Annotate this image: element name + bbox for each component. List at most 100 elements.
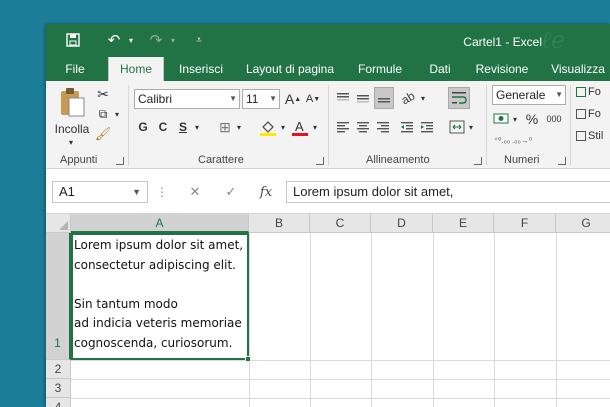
tab-review[interactable]: Revisione bbox=[470, 57, 534, 81]
row-header-3[interactable]: 3 bbox=[46, 379, 71, 398]
gridline bbox=[556, 233, 557, 407]
alignment-launcher-icon[interactable] bbox=[474, 157, 482, 165]
merge-center-icon[interactable] bbox=[448, 117, 466, 137]
font-launcher-icon[interactable] bbox=[316, 157, 324, 165]
thousands-separator-button[interactable]: 000 bbox=[544, 109, 564, 129]
window-title: Cartel1 - Excel bbox=[463, 35, 542, 49]
select-all-button[interactable] bbox=[46, 214, 71, 233]
excel-window: ↶ ▾ ↷ ▾ ⩡ ℓe Cartel1 - Excel File Home I… bbox=[46, 24, 610, 407]
decrease-decimal-icon[interactable]: .₀₀→⁰ bbox=[512, 131, 532, 149]
cell-a1-line-4: Sin tantum modo bbox=[74, 296, 178, 311]
column-header-e[interactable]: E bbox=[433, 214, 494, 233]
tab-page-layout[interactable]: Layout di pagina bbox=[242, 57, 338, 81]
column-header-g[interactable]: G bbox=[556, 214, 610, 233]
redo-icon[interactable]: ↷ bbox=[146, 31, 166, 49]
number-launcher-icon[interactable] bbox=[558, 157, 566, 165]
gridline bbox=[71, 360, 610, 361]
gridline bbox=[371, 233, 372, 407]
column-header-b[interactable]: B bbox=[249, 214, 310, 233]
cancel-icon[interactable]: ✕ bbox=[186, 182, 204, 202]
font-color-icon[interactable]: A bbox=[290, 117, 310, 137]
customize-quick-access-icon[interactable]: ⩡ bbox=[192, 31, 206, 49]
group-divider bbox=[328, 85, 329, 165]
borders-icon[interactable]: ⊞ bbox=[216, 117, 234, 137]
font-name-select[interactable]: Calibri ▼ bbox=[134, 89, 240, 109]
column-header-a[interactable]: A bbox=[71, 214, 249, 233]
fill-handle[interactable] bbox=[245, 356, 251, 362]
percent-button[interactable]: % bbox=[524, 109, 540, 129]
borders-dropdown-icon[interactable]: ▾ bbox=[234, 117, 244, 137]
name-box-value: A1 bbox=[59, 184, 75, 199]
paste-dropdown-icon[interactable]: ▾ bbox=[66, 137, 76, 147]
underline-button[interactable]: S bbox=[174, 117, 192, 137]
insert-function-button[interactable]: fx bbox=[256, 182, 276, 202]
enter-icon[interactable]: ✓ bbox=[222, 182, 240, 202]
redo-dropdown-icon[interactable]: ▾ bbox=[168, 31, 178, 49]
align-middle-icon[interactable] bbox=[354, 87, 372, 109]
undo-dropdown-icon[interactable]: ▾ bbox=[126, 31, 136, 49]
wrap-text-icon[interactable] bbox=[448, 87, 470, 109]
gridline bbox=[71, 379, 610, 380]
formula-bar: A1 ▼ ⋮ ✕ ✓ fx Lorem ipsum dolor sit amet… bbox=[46, 179, 610, 205]
clipboard-launcher-icon[interactable] bbox=[116, 157, 124, 165]
format-painter-icon[interactable]: 🖌 bbox=[94, 125, 112, 143]
row-header-2[interactable]: 2 bbox=[46, 360, 71, 379]
format-as-table-button[interactable]: Fo bbox=[576, 105, 610, 123]
italic-button[interactable]: C bbox=[154, 117, 172, 137]
underline-dropdown-icon[interactable]: ▾ bbox=[192, 117, 202, 137]
merge-dropdown-icon[interactable]: ▾ bbox=[466, 117, 476, 137]
save-icon[interactable] bbox=[64, 31, 82, 49]
decrease-indent-icon[interactable] bbox=[398, 117, 416, 137]
select-all-triangle-icon bbox=[59, 221, 68, 230]
row-header-1[interactable]: 1 bbox=[46, 233, 71, 360]
group-label-clipboard: Appunti bbox=[60, 154, 98, 166]
tab-file[interactable]: File bbox=[56, 57, 94, 81]
align-right-icon[interactable] bbox=[374, 117, 392, 137]
row-header-4[interactable]: 4 bbox=[46, 398, 71, 407]
increase-indent-icon[interactable] bbox=[418, 117, 436, 137]
align-left-icon[interactable] bbox=[334, 117, 352, 137]
tab-data[interactable]: Dati bbox=[422, 57, 458, 81]
bold-button[interactable]: G bbox=[134, 117, 152, 137]
accounting-dropdown-icon[interactable]: ▾ bbox=[510, 109, 520, 129]
undo-icon[interactable]: ↶ bbox=[104, 31, 124, 49]
font-color-dropdown-icon[interactable]: ▾ bbox=[310, 117, 320, 137]
cell-a1-line-6: cognoscenda, curiosorum. bbox=[74, 335, 233, 350]
align-bottom-icon[interactable] bbox=[374, 87, 394, 109]
increase-font-button[interactable]: A ▲ bbox=[284, 89, 302, 109]
decrease-font-button[interactable]: A ▼ bbox=[304, 89, 322, 109]
cell-styles-button[interactable]: Stil bbox=[576, 127, 610, 145]
column-header-d[interactable]: D bbox=[371, 214, 433, 233]
align-center-icon[interactable] bbox=[354, 117, 372, 137]
cell-a1-line-5: ad indicia veteris memoriae bbox=[74, 316, 242, 331]
tab-home[interactable]: Home bbox=[108, 57, 164, 81]
paste-button[interactable]: Incolla bbox=[52, 121, 92, 137]
increase-decimal-icon[interactable]: ⁺⁰.₀₀ bbox=[492, 131, 512, 149]
fill-color-dropdown-icon[interactable]: ▾ bbox=[278, 117, 288, 137]
number-format-value: Generale bbox=[496, 88, 546, 102]
number-format-select[interactable]: Generale ▼ bbox=[492, 85, 566, 105]
conditional-formatting-button[interactable]: Fo bbox=[576, 83, 610, 101]
tab-insert[interactable]: Inserisci bbox=[172, 57, 230, 81]
name-box[interactable]: A1 ▼ bbox=[52, 181, 148, 203]
decrease-font-label: A bbox=[305, 93, 314, 105]
tab-view[interactable]: Visualizza bbox=[546, 57, 610, 81]
orientation-dropdown-icon[interactable]: ▾ bbox=[418, 87, 428, 109]
paste-icon[interactable] bbox=[56, 85, 88, 119]
cut-icon[interactable]: ✂ bbox=[94, 85, 112, 103]
font-size-select[interactable]: 11 ▼ bbox=[242, 89, 280, 109]
cell-a1-line-1: Lorem ipsum dolor sit amet, bbox=[74, 238, 244, 252]
cell-a1[interactable]: Lorem ipsum dolor sit amet, consectetur … bbox=[71, 233, 251, 362]
accounting-format-icon[interactable] bbox=[492, 109, 510, 129]
group-label-number: Numeri bbox=[504, 154, 540, 166]
copy-dropdown-icon[interactable]: ▾ bbox=[112, 105, 122, 123]
align-top-icon[interactable] bbox=[334, 87, 352, 109]
fill-color-icon[interactable] bbox=[258, 117, 278, 137]
column-header-f[interactable]: F bbox=[494, 214, 556, 233]
copy-icon[interactable]: ⧉ bbox=[94, 105, 112, 123]
group-divider bbox=[570, 85, 571, 165]
tab-formulas[interactable]: Formule bbox=[352, 57, 408, 81]
column-header-c[interactable]: C bbox=[310, 214, 371, 233]
styles-label-2: Fo bbox=[588, 108, 601, 120]
formula-input[interactable]: Lorem ipsum dolor sit amet, bbox=[286, 181, 610, 203]
